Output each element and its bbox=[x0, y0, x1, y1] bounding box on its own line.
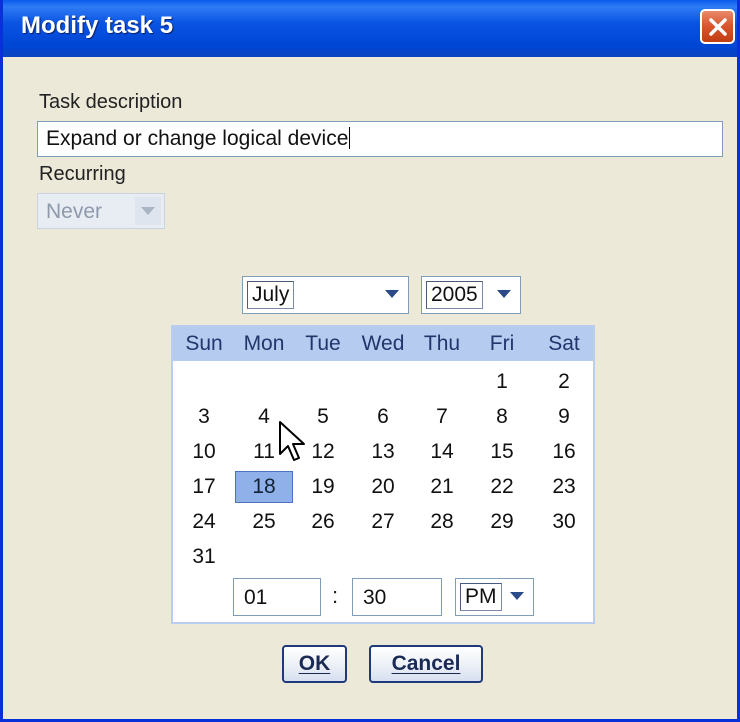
calendar-day[interactable]: 6 bbox=[354, 401, 412, 433]
hour-field[interactable]: 01 bbox=[233, 578, 321, 616]
recurring-select[interactable]: Never bbox=[37, 193, 165, 229]
recurring-label: Recurring bbox=[39, 163, 126, 185]
weekday-label: Fri bbox=[489, 332, 515, 355]
time-separator: : bbox=[332, 583, 339, 608]
calendar-day[interactable]: 8 bbox=[473, 401, 531, 433]
calendar-day[interactable]: 15 bbox=[473, 436, 531, 468]
calendar-day[interactable]: 30 bbox=[535, 506, 593, 538]
calendar-day[interactable]: 9 bbox=[535, 401, 593, 433]
chevron-down-icon[interactable] bbox=[135, 197, 161, 225]
calendar-day[interactable]: 7 bbox=[413, 401, 471, 433]
calendar-day[interactable]: 23 bbox=[535, 471, 593, 503]
task-description-label: Task description bbox=[39, 91, 183, 113]
calendar-day[interactable]: 22 bbox=[473, 471, 531, 503]
calendar-day[interactable]: 16 bbox=[535, 436, 593, 468]
calendar-day[interactable]: 2 bbox=[535, 366, 593, 398]
window-title: Modify task 5 bbox=[21, 12, 174, 39]
calendar-day[interactable]: 26 bbox=[294, 506, 352, 538]
ok-button[interactable]: OK bbox=[282, 645, 347, 683]
weekday-label: Thu bbox=[423, 332, 461, 355]
calendar-day[interactable]: 10 bbox=[175, 436, 233, 468]
month-value: July bbox=[247, 281, 295, 309]
weekday-label: Sat bbox=[548, 332, 580, 355]
calendar-day-selected[interactable]: 18 bbox=[235, 471, 293, 503]
month-select[interactable]: July bbox=[242, 276, 409, 314]
weekday-label: Wed bbox=[361, 332, 405, 355]
weekday-label: Sun bbox=[185, 332, 223, 355]
dialog-body: Task description Expand or change logica… bbox=[3, 57, 737, 719]
calendar-day[interactable]: 24 bbox=[175, 506, 233, 538]
cancel-button[interactable]: Cancel bbox=[369, 645, 483, 683]
calendar-day[interactable]: 13 bbox=[354, 436, 412, 468]
calendar-day[interactable]: 17 bbox=[175, 471, 233, 503]
calendar-day[interactable]: 29 bbox=[473, 506, 531, 538]
close-icon bbox=[709, 18, 727, 36]
chevron-down-icon[interactable] bbox=[379, 280, 405, 308]
text-caret bbox=[349, 127, 351, 149]
calendar-day[interactable]: 14 bbox=[413, 436, 471, 468]
calendar-day[interactable]: 27 bbox=[354, 506, 412, 538]
minute-field[interactable]: 30 bbox=[352, 578, 442, 616]
weekday-label: Tue bbox=[305, 332, 341, 355]
calendar-day[interactable]: 25 bbox=[235, 506, 293, 538]
close-button[interactable] bbox=[700, 9, 735, 44]
title-bar[interactable]: Modify task 5 bbox=[3, 0, 737, 57]
year-value: 2005 bbox=[426, 281, 483, 309]
ampm-select[interactable]: PM bbox=[455, 578, 534, 616]
year-select[interactable]: 2005 bbox=[421, 276, 521, 314]
ampm-value: PM bbox=[460, 583, 502, 611]
calendar-day[interactable]: 19 bbox=[294, 471, 352, 503]
task-description-input[interactable]: Expand or change logical device bbox=[37, 121, 723, 157]
calendar-day[interactable]: 3 bbox=[175, 401, 233, 433]
calendar-day[interactable]: 31 bbox=[175, 541, 233, 573]
calendar-day[interactable]: 21 bbox=[413, 471, 471, 503]
weekday-label: Mon bbox=[243, 332, 285, 355]
mouse-pointer-icon bbox=[279, 421, 305, 461]
task-description-value: Expand or change logical device bbox=[46, 127, 349, 150]
weekday-header: Sun Mon Tue Wed Thu Fri Sat bbox=[173, 327, 593, 361]
chevron-down-icon[interactable] bbox=[504, 582, 530, 610]
calendar-day[interactable]: 28 bbox=[413, 506, 471, 538]
chevron-down-icon[interactable] bbox=[491, 280, 517, 308]
calendar-day[interactable]: 20 bbox=[354, 471, 412, 503]
calendar-day[interactable]: 1 bbox=[473, 366, 531, 398]
modify-task-dialog: Modify task 5 Task description Expand or… bbox=[0, 0, 740, 722]
recurring-value: Never bbox=[46, 200, 103, 223]
